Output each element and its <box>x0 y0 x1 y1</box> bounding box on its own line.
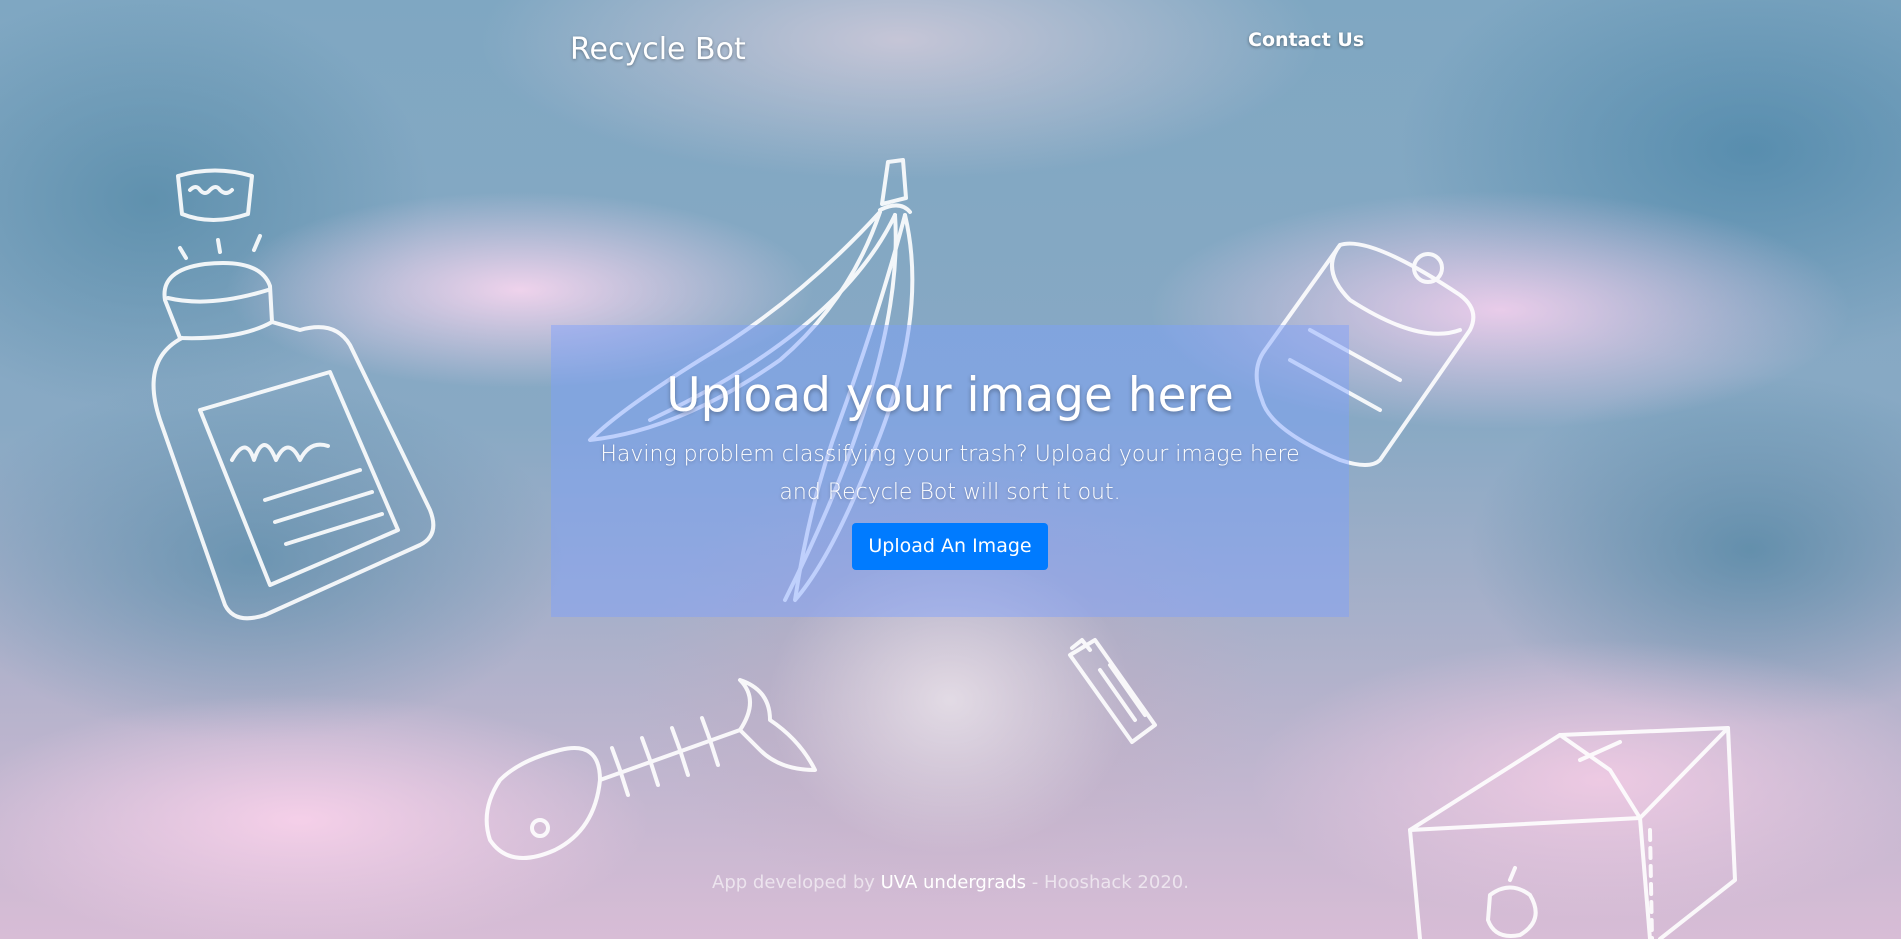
footer: App developed by UVA undergrads - Hoosha… <box>0 872 1901 893</box>
footer-prefix: App developed by <box>712 872 881 893</box>
cardboard-box-doodle <box>1408 726 1737 939</box>
hero-description: Having problem classifying your trash? U… <box>600 442 1300 505</box>
footer-credits-link[interactable]: UVA undergrads <box>881 872 1026 893</box>
hero-title: Upload your image here <box>666 368 1234 423</box>
battery-doodle <box>1068 638 1157 744</box>
bottle-doodle <box>151 168 436 621</box>
top-navbar: Recycle Bot Contact Us <box>0 0 1901 90</box>
upload-hero-panel: Upload your image here Having problem cl… <box>551 325 1349 617</box>
footer-suffix: - Hooshack 2020. <box>1026 872 1189 893</box>
page-background: Recycle Bot Contact Us Upload your image… <box>0 0 1901 939</box>
brand-logo[interactable]: Recycle Bot <box>570 32 746 67</box>
contact-us-link[interactable]: Contact Us <box>1248 29 1364 51</box>
upload-image-button[interactable]: Upload An Image <box>852 523 1048 570</box>
fish-bone-doodle <box>484 678 817 860</box>
